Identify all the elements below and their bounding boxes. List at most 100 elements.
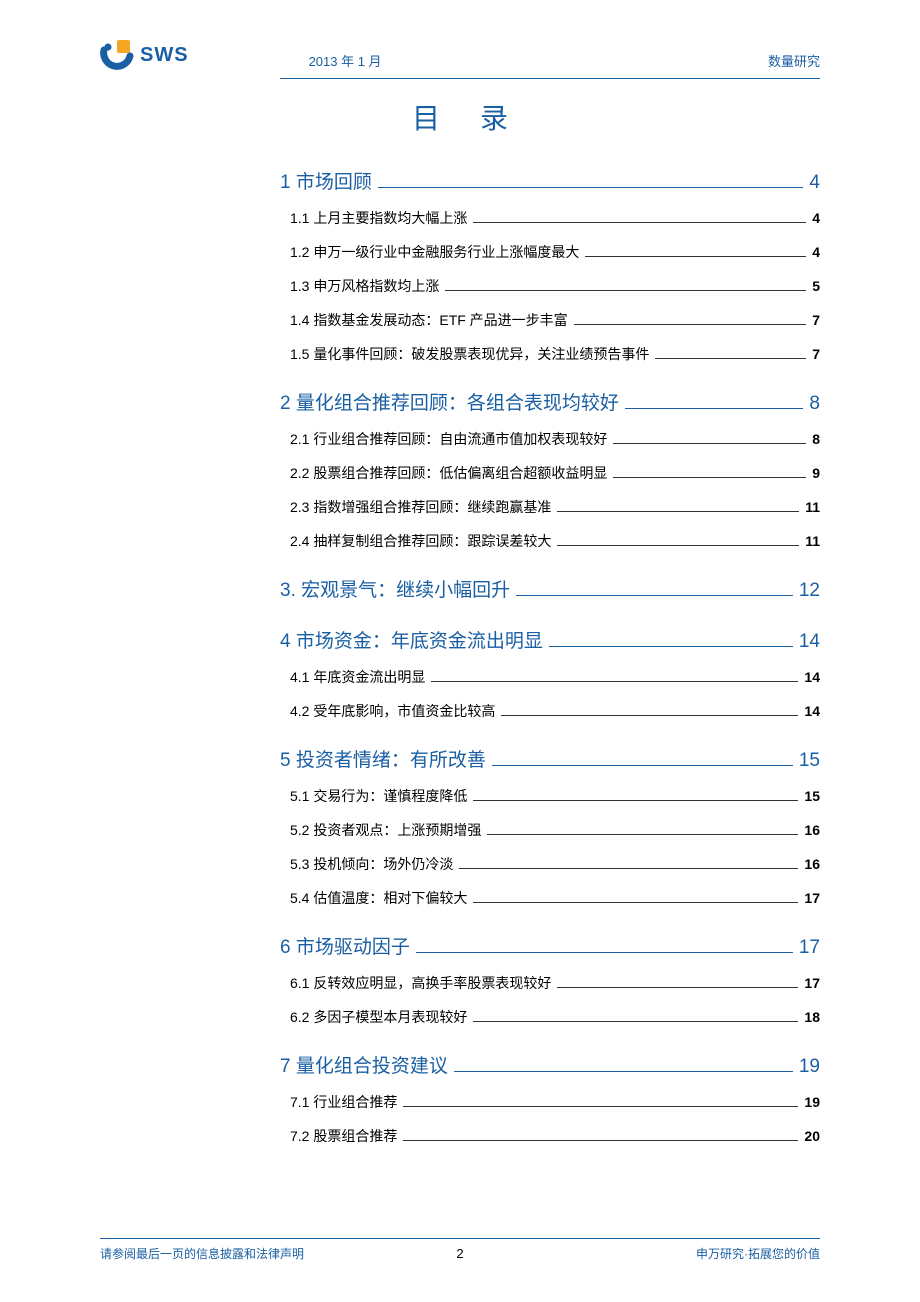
toc-subsection[interactable]: 5.1 交易行为：谨慎程度降低 15 [290,786,820,806]
section-label: 2 量化组合推荐回顾：各组合表现均较好 [280,388,619,415]
subsection-label: 4.1 年底资金流出明显 [290,667,425,687]
leader-line [492,765,793,766]
document-page: SWS 2013 年 1 月 数量研究 目录 1 市场回顾41.1 上月主要指数… [0,0,920,1302]
header-date: 2013 年 1 月 [309,51,382,70]
page-number: 2 [456,1246,463,1261]
toc-subsection[interactable]: 1.1 上月主要指数均大幅上涨 4 [290,208,820,228]
section-label: 1 市场回顾 [280,167,372,194]
header-category: 数量研究 [768,51,820,70]
toc-section[interactable]: 2 量化组合推荐回顾：各组合表现均较好 8 [280,388,820,415]
toc-section[interactable]: 6 市场驱动因子17 [280,932,820,959]
subsection-label: 1.4 指数基金发展动态：ETF 产品进一步丰富 [290,310,568,330]
subsection-page: 4 [812,210,820,226]
leader-line [487,834,798,835]
subsection-label: 1.2 申万一级行业中金融服务行业上涨幅度最大 [290,242,579,262]
toc-title: 目录 [100,97,820,137]
page-footer: 请参阅最后一页的信息披露和法律声明 2 申万研究·拓展您的价值 [100,1238,820,1262]
table-of-contents: 1 市场回顾41.1 上月主要指数均大幅上涨41.2 申万一级行业中金融服务行业… [280,167,820,1146]
toc-subsection[interactable]: 7.2 股票组合推荐20 [290,1126,820,1146]
toc-subsection[interactable]: 5.3 投机倾向：场外仍冷淡 16 [290,854,820,874]
section-label: 5 投资者情绪：有所改善 [280,745,486,772]
toc-subsection[interactable]: 6.1 反转效应明显，高换手率股票表现较好 17 [290,973,820,993]
subsection-label: 1.1 上月主要指数均大幅上涨 [290,208,467,228]
toc-section[interactable]: 3. 宏观景气：继续小幅回升 12 [280,575,820,602]
toc-subsection[interactable]: 2.4 抽样复制组合推荐回顾：跟踪误差较大 11 [290,531,820,551]
leader-line [557,987,798,988]
subsection-label: 6.2 多因子模型本月表现较好 [290,1007,467,1027]
leader-line [459,868,798,869]
section-page: 15 [799,750,820,772]
subsection-page: 9 [812,465,820,481]
footer-rule [100,1238,820,1239]
toc-subsection[interactable]: 4.1 年底资金流出明显14 [290,667,820,687]
toc-subsection[interactable]: 2.3 指数增强组合推荐回顾：继续跑赢基准11 [290,497,820,517]
toc-section[interactable]: 1 市场回顾 4 [280,167,820,194]
subsection-label: 5.2 投资者观点：上涨预期增强 [290,820,481,840]
toc-subsection[interactable]: 1.5 量化事件回顾：破发股票表现优异，关注业绩预告事件7 [290,344,820,364]
toc-subsection[interactable]: 4.2 受年底影响，市值资金比较高 14 [290,701,820,721]
subsection-page: 17 [804,975,820,991]
subsection-label: 1.3 申万风格指数均上涨 [290,276,439,296]
section-label: 7 量化组合投资建议 [280,1051,448,1078]
subsection-page: 14 [804,703,820,719]
subsection-label: 5.3 投机倾向：场外仍冷淡 [290,854,453,874]
section-page: 17 [799,937,820,959]
subsection-page: 20 [804,1128,820,1144]
leader-line [516,595,793,596]
section-label: 3. 宏观景气：继续小幅回升 [280,575,510,602]
subsection-page: 4 [812,244,820,260]
subsection-label: 5.1 交易行为：谨慎程度降低 [290,786,467,806]
subsection-page: 16 [804,822,820,838]
leader-line [613,477,806,478]
leader-line [549,646,793,647]
toc-section[interactable]: 4 市场资金：年底资金流出明显 14 [280,626,820,653]
leader-line [655,358,806,359]
subsection-page: 7 [812,346,820,362]
toc-subsection[interactable]: 7.1 行业组合推荐 19 [290,1092,820,1112]
leader-line [403,1140,798,1141]
subsection-page: 16 [804,856,820,872]
leader-line [613,443,806,444]
leader-line [378,187,804,188]
header-rule [280,78,820,79]
header-meta: 2013 年 1 月 数量研究 [309,51,820,72]
section-label: 4 市场资金：年底资金流出明显 [280,626,543,653]
toc-subsection[interactable]: 1.2 申万一级行业中金融服务行业上涨幅度最大 4 [290,242,820,262]
section-page: 19 [799,1056,820,1078]
footer-content: 请参阅最后一页的信息披露和法律声明 2 申万研究·拓展您的价值 [100,1245,820,1262]
subsection-page: 15 [804,788,820,804]
toc-subsection[interactable]: 5.2 投资者观点：上涨预期增强 16 [290,820,820,840]
toc-section[interactable]: 5 投资者情绪：有所改善 15 [280,745,820,772]
section-page: 4 [809,172,820,194]
leader-line [473,222,806,223]
subsection-label: 6.1 反转效应明显，高换手率股票表现较好 [290,973,551,993]
leader-line [473,902,798,903]
subsection-page: 7 [812,312,820,328]
subsection-page: 18 [804,1009,820,1025]
leader-line [557,511,799,512]
logo-icon [100,38,134,72]
leader-line [501,715,798,716]
subsection-page: 8 [812,431,820,447]
toc-subsection[interactable]: 1.3 申万风格指数均上涨5 [290,276,820,296]
toc-subsection[interactable]: 2.1 行业组合推荐回顾：自由流通市值加权表现较好8 [290,429,820,449]
leader-line [454,1071,793,1072]
subsection-label: 2.4 抽样复制组合推荐回顾：跟踪误差较大 [290,531,551,551]
subsection-label: 2.3 指数增强组合推荐回顾：继续跑赢基准 [290,497,551,517]
subsection-label: 4.2 受年底影响，市值资金比较高 [290,701,495,721]
toc-subsection[interactable]: 5.4 估值温度：相对下偏较大17 [290,888,820,908]
leader-line [473,1021,798,1022]
toc-subsection[interactable]: 2.2 股票组合推荐回顾：低估偏离组合超额收益明显 9 [290,463,820,483]
subsection-label: 2.2 股票组合推荐回顾：低估偏离组合超额收益明显 [290,463,607,483]
toc-section[interactable]: 7 量化组合投资建议 19 [280,1051,820,1078]
subsection-label: 7.1 行业组合推荐 [290,1092,397,1112]
leader-line [585,256,806,257]
toc-subsection[interactable]: 1.4 指数基金发展动态：ETF 产品进一步丰富 7 [290,310,820,330]
section-page: 8 [809,393,820,415]
section-page: 14 [799,631,820,653]
section-page: 12 [799,580,820,602]
toc-subsection[interactable]: 6.2 多因子模型本月表现较好 18 [290,1007,820,1027]
subsection-page: 19 [804,1094,820,1110]
leader-line [416,952,793,953]
subsection-page: 11 [805,533,820,549]
